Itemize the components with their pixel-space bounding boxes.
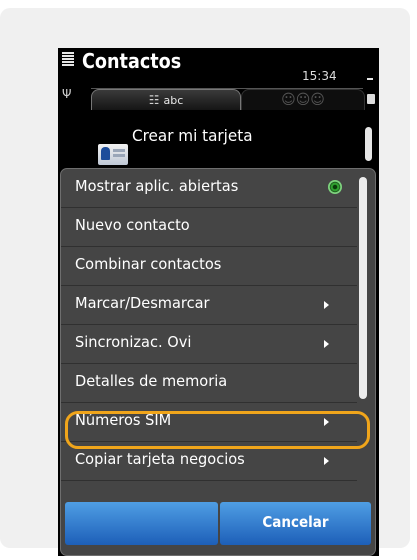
softkey-bar: Cancelar <box>65 502 371 545</box>
tab-contacts[interactable]: ☷ abc <box>91 89 241 110</box>
options-menu: Mostrar aplic. abiertas Nuevo contacto C… <box>60 168 376 556</box>
green-dot-icon <box>328 180 342 194</box>
tab-bar: ☷ abc ☺☺☺ <box>91 88 365 110</box>
battery-icon <box>367 94 375 104</box>
menu-item-label: Copiar tarjeta negocios <box>75 450 245 468</box>
app-title: Contactos <box>82 49 182 73</box>
contact-list-icon: ☷ <box>148 93 160 107</box>
highlight-outline <box>65 411 370 449</box>
menu-item-label: Nuevo contacto <box>75 216 190 234</box>
chevron-right-icon <box>324 301 329 309</box>
battery-cap-icon <box>367 78 373 80</box>
signal-strength-icon <box>62 52 74 68</box>
chevron-right-icon <box>324 457 329 465</box>
menu-item-merge-contacts[interactable]: Combinar contactos <box>61 247 357 286</box>
menu-item-show-open-apps[interactable]: Mostrar aplic. abiertas <box>61 169 357 208</box>
menu-item-label: Combinar contactos <box>75 255 222 273</box>
antenna-icon: Ψ <box>62 87 72 101</box>
tab-label: abc <box>163 93 184 107</box>
tab-groups[interactable]: ☺☺☺ <box>241 89 365 110</box>
menu-item-mark-unmark[interactable]: Marcar/Desmarcar <box>61 286 357 325</box>
business-card-icon <box>98 144 128 165</box>
menu-item-memory-details[interactable]: Detalles de memoria <box>61 364 357 403</box>
menu-scrollbar[interactable] <box>359 177 367 399</box>
left-softkey[interactable] <box>65 502 218 545</box>
list-scrollbar[interactable] <box>365 127 372 161</box>
menu-item-label: Detalles de memoria <box>75 372 228 390</box>
menu-item-sync-ovi[interactable]: Sincronizac. Ovi <box>61 325 357 364</box>
chevron-right-icon <box>324 340 329 348</box>
cancel-button[interactable]: Cancelar <box>220 502 371 545</box>
phone-screen: Ψ Contactos 15:34 ☷ abc ☺☺☺ Crear mi tar… <box>58 48 379 556</box>
cancel-label: Cancelar <box>262 513 329 531</box>
groups-icon: ☺☺☺ <box>281 92 325 108</box>
create-my-card[interactable]: Crear mi tarjeta <box>132 126 253 145</box>
menu-item-new-contact[interactable]: Nuevo contacto <box>61 208 357 247</box>
clock: 15:34 <box>302 69 337 83</box>
menu-item-label: Sincronizac. Ovi <box>75 333 192 351</box>
menu-item-label: Mostrar aplic. abiertas <box>75 177 239 195</box>
menu-item-label: Marcar/Desmarcar <box>75 294 210 312</box>
screenshot-card: Ψ Contactos 15:34 ☷ abc ☺☺☺ Crear mi tar… <box>0 8 410 556</box>
